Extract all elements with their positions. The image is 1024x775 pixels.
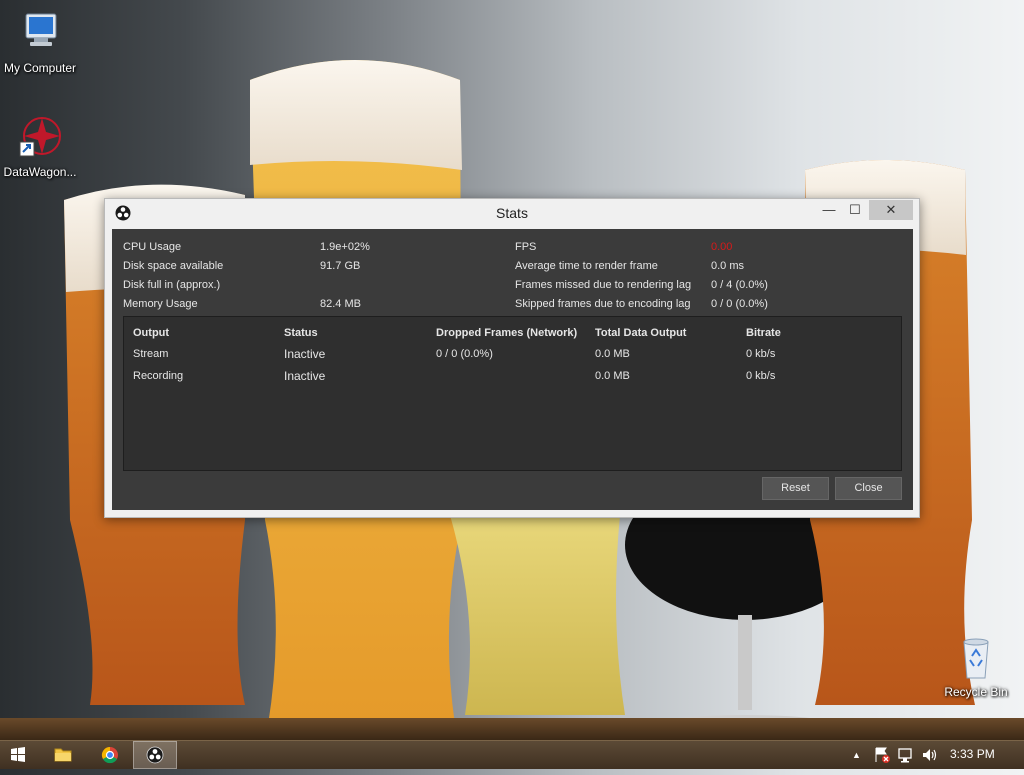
close-window-button[interactable]: ✕ — [869, 200, 913, 220]
computer-icon — [25, 13, 57, 46]
taskbar-clock[interactable]: 3:33 PM — [950, 747, 995, 761]
network-icon[interactable] — [897, 746, 915, 764]
start-button[interactable] — [0, 741, 36, 769]
action-center-flag-icon[interactable] — [873, 746, 891, 764]
obs-icon — [146, 746, 164, 764]
column-header-output: Output — [133, 327, 170, 339]
taskbar-file-explorer[interactable] — [41, 741, 85, 769]
stat-value: 0.0 ms — [711, 260, 745, 272]
output-bitrate: 0 kb/s — [746, 348, 776, 360]
stat-value: 82.4 MB — [320, 298, 361, 310]
taskbar-obs[interactable] — [133, 741, 177, 769]
desktop-icon-recycle-bin[interactable]: Recycle Bin — [936, 636, 1016, 699]
column-header-dropped-frames: Dropped Frames (Network) — [436, 327, 578, 339]
show-hidden-icons-chevron[interactable]: ▲ — [852, 750, 861, 760]
output-status: Inactive — [284, 347, 326, 361]
datawagon-icon — [19, 117, 61, 157]
chrome-icon — [101, 746, 118, 764]
minimize-button[interactable]: — — [815, 200, 843, 220]
column-header-total-data: Total Data Output — [595, 327, 687, 339]
volume-icon[interactable] — [921, 746, 939, 764]
stat-value: 0 / 4 (0.0%) — [711, 279, 768, 291]
windows-start-icon — [11, 747, 25, 762]
maximize-button[interactable]: ☐ — [841, 200, 869, 220]
fps-value: 0.00 — [711, 241, 733, 253]
stat-value: 0 / 0 (0.0%) — [711, 298, 768, 310]
output-total-data: 0.0 MB — [595, 348, 630, 360]
recycle-bin-icon — [963, 638, 989, 679]
taskbar: ▲ 3:33 PM — [0, 740, 1024, 769]
desktop-icon-label: Recycle Bin — [944, 685, 1008, 699]
table-surface — [0, 718, 1024, 740]
stat-label: Disk full in (approx.) — [123, 279, 221, 291]
outputs-table: Output Status Dropped Frames (Network) T… — [123, 316, 902, 471]
desktop-icon-datawagon[interactable]: DataWagon... — [0, 112, 80, 179]
output-name: Recording — [133, 370, 184, 382]
stat-label: Frames missed due to rendering lag — [515, 279, 692, 291]
output-total-data: 0.0 MB — [595, 370, 630, 382]
output-dropped-frames: 0 / 0 (0.0%) — [436, 348, 493, 360]
stat-label: CPU Usage — [123, 241, 182, 253]
stats-panel: CPU Usage 1.9e+02% Disk space available … — [112, 229, 913, 510]
stat-value: 1.9e+02% — [320, 241, 370, 253]
close-button[interactable]: Close — [835, 477, 902, 500]
desktop-icon-my-computer[interactable]: My Computer — [0, 8, 80, 75]
taskbar-chrome[interactable] — [88, 741, 132, 769]
column-header-status: Status — [284, 327, 318, 339]
desktop-icon-label: DataWagon... — [3, 165, 77, 179]
stat-label: Disk space available — [123, 260, 224, 272]
window-title: Stats — [496, 205, 528, 221]
column-header-bitrate: Bitrate — [746, 327, 781, 339]
reset-button[interactable]: Reset — [762, 477, 829, 500]
stat-label: Memory Usage — [123, 298, 198, 310]
title-bar[interactable]: Stats — ☐ ✕ — [105, 199, 919, 227]
stats-window: Stats — ☐ ✕ CPU Usage 1.9e+02% Disk spac… — [104, 198, 920, 518]
output-bitrate: 0 kb/s — [746, 370, 776, 382]
stat-label: Average time to render frame — [515, 260, 658, 272]
stat-value: 91.7 GB — [320, 260, 361, 272]
desktop-icon-label: My Computer — [3, 61, 77, 75]
output-name: Stream — [133, 348, 169, 360]
stat-label: FPS — [515, 241, 537, 253]
output-status: Inactive — [284, 369, 326, 383]
stat-label: Skipped frames due to encoding lag — [515, 298, 691, 310]
file-explorer-icon — [54, 748, 72, 762]
